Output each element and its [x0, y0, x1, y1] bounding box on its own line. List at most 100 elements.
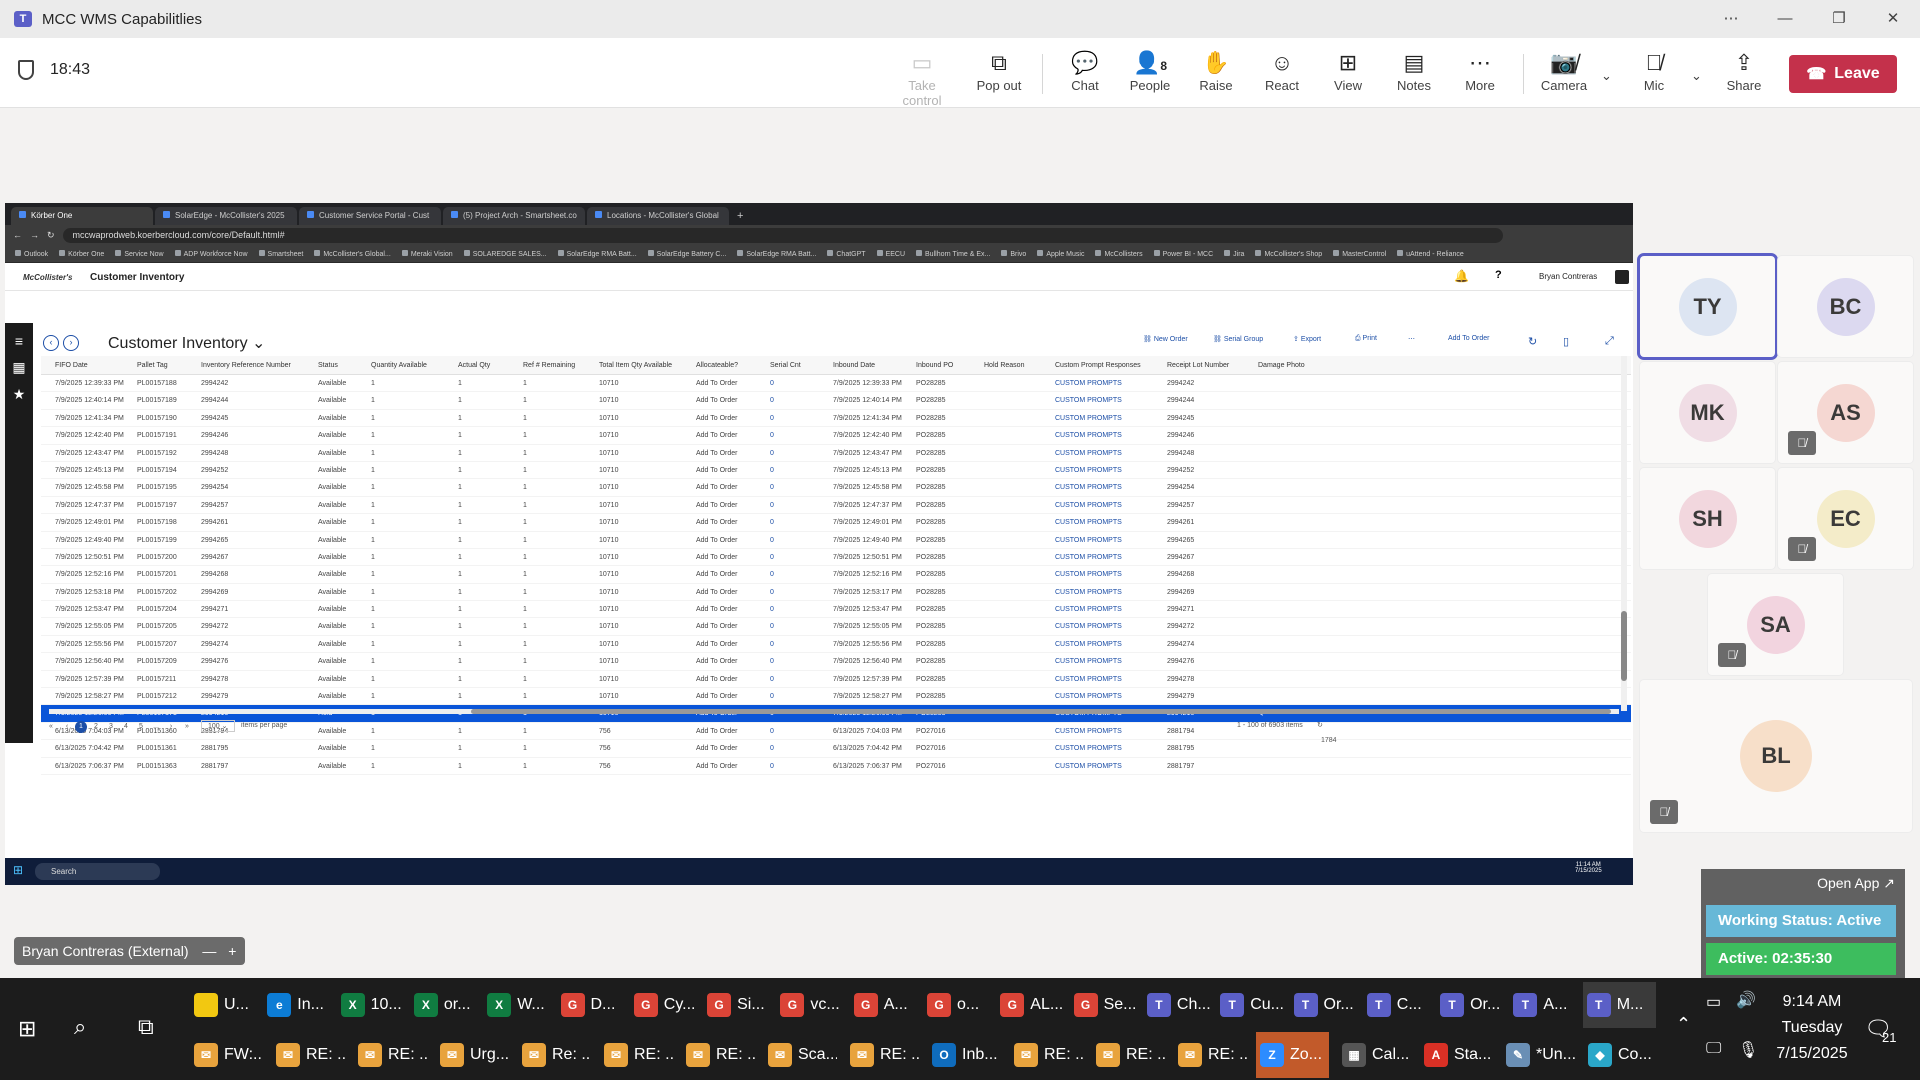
column-header[interactable]: Custom Prompt Responses — [1055, 362, 1141, 369]
microphone-icon[interactable]: 🎙 — [1738, 1040, 1758, 1060]
taskbar-app-button[interactable]: T Cu... — [1216, 982, 1289, 1028]
table-cell[interactable]: CUSTOM PROMPTS — [1055, 658, 1122, 665]
table-row[interactable]: 7/9/2025 12:55:05 PM PL00157205 2994272 Ava… — [41, 618, 1631, 636]
minimize-icon[interactable]: — — [202, 943, 216, 959]
bookmark-item[interactable]: Apple Music — [1037, 250, 1084, 258]
taskbar-app-button[interactable]: G A... — [850, 982, 923, 1028]
taskbar-app-button[interactable]: ✉ RE: ... — [1092, 1032, 1165, 1078]
bookmark-item[interactable]: SolarEdge RMA Batt... — [558, 250, 637, 258]
apps-grid-icon[interactable]: ▦ — [5, 359, 33, 376]
taskbar-app-button[interactable]: Z Zo... — [1256, 1032, 1329, 1078]
presenter-label[interactable]: Bryan Contreras (External) — + — [14, 937, 245, 965]
taskbar-app-button[interactable]: Go... — [923, 982, 996, 1028]
taskbar-app-button[interactable]: T M... — [1582, 982, 1656, 1028]
table-cell[interactable]: CUSTOM PROMPTS — [1055, 693, 1122, 700]
more-options-icon[interactable]: ⋯ — [1704, 0, 1758, 38]
forward-circle-icon[interactable]: › — [63, 335, 79, 351]
table-cell[interactable]: CUSTOM PROMPTS — [1055, 502, 1122, 509]
taskbar-app-button[interactable]: T Or... — [1436, 982, 1509, 1028]
taskbar-app-button[interactable]: ✉ Re: ... — [518, 1032, 591, 1078]
table-row[interactable]: 7/9/2025 12:42:40 PM PL00157191 2994246 Ava… — [41, 427, 1631, 445]
taskbar-app-button[interactable]: O Inb... — [928, 1032, 1001, 1078]
leave-button[interactable]: ☎ Leave — [1789, 55, 1897, 93]
taskbar-app-button[interactable]: X 10... — [337, 982, 410, 1028]
participant-tile[interactable]: AS 🎙̸ — [1778, 362, 1913, 463]
url-field[interactable]: mccwaprodweb.koerbercloud.com/core/Defau… — [62, 227, 1503, 243]
table-cell[interactable]: 0 — [770, 415, 774, 422]
bookmark-item[interactable]: Brivo — [1001, 250, 1026, 258]
table-row[interactable]: 7/9/2025 12:49:40 PM PL00157199 2994265 Ava… — [41, 532, 1631, 549]
table-row[interactable]: 7/9/2025 12:56:40 PM PL00157209 2994276 Ava… — [41, 653, 1631, 671]
bookmark-item[interactable]: Jira — [1224, 250, 1244, 258]
column-header[interactable]: Damage Photo — [1258, 362, 1305, 369]
table-cell[interactable]: 0 — [770, 450, 774, 457]
table-cell[interactable]: CUSTOM PROMPTS — [1055, 641, 1122, 648]
share-button[interactable]: ⇪ Share — [1712, 48, 1776, 100]
column-header[interactable]: Inbound PO — [916, 362, 953, 369]
maximize-button[interactable]: ❐ — [1812, 0, 1866, 38]
bookmark-item[interactable]: EECU — [877, 250, 905, 258]
document-icon[interactable]: ▯ — [1563, 335, 1569, 348]
table-cell[interactable]: 0 — [770, 380, 774, 387]
bookmark-item[interactable]: uAttend - Reliance — [1397, 250, 1464, 258]
user-avatar[interactable] — [1615, 270, 1629, 284]
table-row[interactable]: 6/13/2025 7:06:37 PM PL00151363 2881797 Ava… — [41, 758, 1631, 775]
bell-icon[interactable]: 🔔 — [1454, 269, 1469, 283]
table-cell[interactable]: CUSTOM PROMPTS — [1055, 745, 1122, 752]
refresh-icon[interactable]: ↻ — [1528, 335, 1537, 348]
table-row[interactable]: 7/9/2025 12:53:18 PM PL00157202 2994269 Ava… — [41, 584, 1631, 602]
view-button[interactable]: ⊞ View — [1316, 48, 1380, 100]
bookmark-item[interactable]: McCollister's Global... — [314, 250, 390, 258]
taskbar-app-button[interactable]: ✉ RE: ... — [1174, 1032, 1247, 1078]
table-row[interactable]: 7/9/2025 12:41:34 PM PL00157190 2994245 Ava… — [41, 410, 1631, 428]
network-icon[interactable]: 🖵 — [1706, 1040, 1721, 1058]
table-row[interactable]: 7/9/2025 12:49:01 PM PL00157198 2994261 Ava… — [41, 514, 1631, 532]
table-row[interactable]: 7/9/2025 12:52:16 PM PL00157201 2994268 Ava… — [41, 566, 1631, 584]
table-row[interactable]: 7/9/2025 12:57:39 PM PL00157211 2994278 Ava… — [41, 671, 1631, 689]
star-icon[interactable]: ★ — [5, 386, 33, 403]
page-heading[interactable]: Customer Inventory ⌄ — [108, 333, 265, 353]
table-cell[interactable]: CUSTOM PROMPTS — [1055, 606, 1122, 613]
camera-options-chevron-icon[interactable]: ⌄ — [1601, 68, 1612, 84]
table-cell[interactable]: CUSTOM PROMPTS — [1055, 676, 1122, 683]
bookmark-item[interactable]: MasterControl — [1333, 250, 1386, 258]
table-cell[interactable]: 0 — [770, 432, 774, 439]
table-cell[interactable]: CUSTOM PROMPTS — [1055, 432, 1122, 439]
taskbar-app-button[interactable]: ✉ Urg... — [436, 1032, 509, 1078]
table-cell[interactable]: CUSTOM PROMPTS — [1055, 537, 1122, 544]
taskbar-app-button[interactable]: T C... — [1363, 982, 1436, 1028]
system-clock[interactable]: 9:14 AM Tuesday 7/15/2025 — [1762, 989, 1862, 1067]
windows-start-icon[interactable]: ⊞ — [13, 863, 23, 877]
taskbar-app-button[interactable]: ✉ RE: ... — [1010, 1032, 1083, 1078]
first-page-icon[interactable]: « — [45, 721, 57, 733]
export-button[interactable]: ⇪ Export — [1293, 335, 1321, 343]
page-number[interactable]: 2 — [90, 721, 102, 733]
bookmark-item[interactable]: ChatGPT — [827, 250, 865, 258]
refresh-icon[interactable]: ↻ — [1317, 721, 1323, 729]
table-cell[interactable]: CUSTOM PROMPTS — [1055, 623, 1122, 630]
table-row[interactable]: 6/13/2025 7:04:42 PM PL00151361 2881795 Ava… — [41, 740, 1631, 758]
table-cell[interactable]: CUSTOM PROMPTS — [1055, 763, 1122, 770]
last-page-icon[interactable]: » — [181, 721, 193, 733]
table-cell[interactable]: CUSTOM PROMPTS — [1055, 450, 1122, 457]
participant-tile[interactable]: TY — [1640, 256, 1775, 357]
taskbar-app-button[interactable]: ✉ Sca... — [764, 1032, 837, 1078]
table-cell[interactable]: 0 — [770, 676, 774, 683]
add-to-order-button[interactable]: Add To Order — [1448, 335, 1490, 342]
column-header[interactable]: Serial Cnt — [770, 362, 801, 369]
table-cell[interactable]: 0 — [770, 589, 774, 596]
table-cell[interactable]: 0 — [770, 537, 774, 544]
grid-vertical-scrollbar[interactable] — [1621, 356, 1627, 711]
taskbar-app-button[interactable]: T Ch... — [1143, 982, 1216, 1028]
taskbar-app-button[interactable]: T A... — [1509, 982, 1582, 1028]
table-row[interactable]: 7/9/2025 12:39:33 PM PL00157188 2994242 Ava… — [41, 375, 1631, 393]
column-header[interactable]: Status — [318, 362, 338, 369]
table-cell[interactable]: CUSTOM PROMPTS — [1055, 397, 1122, 404]
taskbar-app-button[interactable]: A Sta... — [1420, 1032, 1493, 1078]
table-cell[interactable]: 0 — [770, 606, 774, 613]
new-order-button[interactable]: ⛓ New Order — [1143, 335, 1188, 343]
page-number[interactable]: 3 — [105, 721, 117, 733]
column-header[interactable]: Total Item Qty Available — [599, 362, 672, 369]
table-cell[interactable]: CUSTOM PROMPTS — [1055, 380, 1122, 387]
browser-tab[interactable]: SolarEdge - McCollister's 2025 — [155, 207, 297, 225]
